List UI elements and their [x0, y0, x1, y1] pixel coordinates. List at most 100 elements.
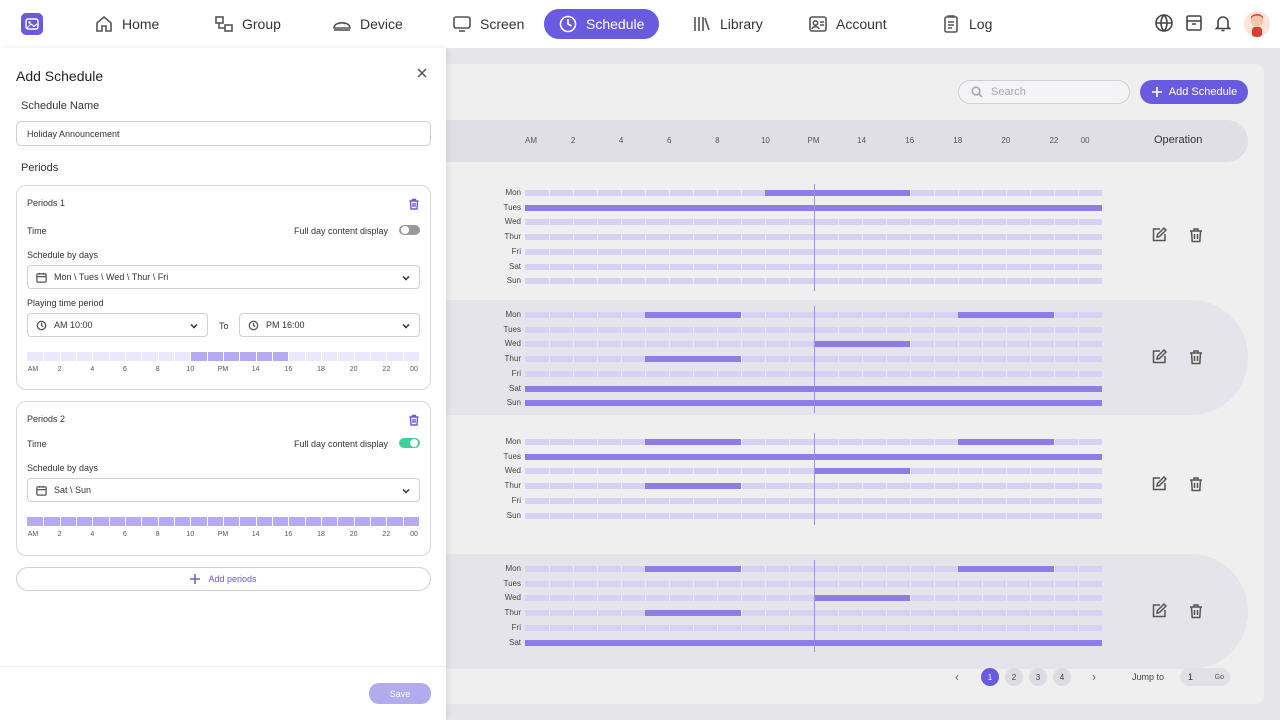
hour-divider — [669, 234, 671, 241]
schedule-segment[interactable] — [813, 468, 910, 475]
hour-divider — [573, 580, 575, 587]
schedule-name-input[interactable]: Holiday Announcement — [16, 121, 431, 146]
hour-divider — [573, 468, 575, 475]
mini-hour-label: 14 — [251, 366, 260, 373]
hour-divider — [621, 278, 623, 285]
nav-library[interactable]: Library — [678, 9, 777, 39]
hour-divider — [765, 512, 767, 519]
schedule-segment[interactable] — [813, 595, 910, 602]
hour-divider — [909, 326, 911, 333]
full-day-toggle[interactable] — [399, 225, 420, 235]
chevron-down-icon — [402, 322, 410, 330]
jump-to-input[interactable]: 1 Go — [1180, 668, 1230, 686]
save-button[interactable]: Save — [369, 683, 431, 704]
full-day-toggle[interactable] — [399, 438, 420, 448]
hour-divider — [370, 517, 371, 526]
hour-divider — [717, 219, 719, 226]
schedule-segment[interactable] — [645, 566, 742, 572]
day-label: Sun — [506, 510, 521, 520]
days-select[interactable]: Mon \ Tues \ Wed \ Thur \ Fri — [27, 265, 420, 289]
hour-divider — [933, 278, 935, 285]
hour-label: 00 — [1080, 136, 1090, 145]
hour-divider — [717, 595, 719, 602]
page-button[interactable]: 4 — [1053, 668, 1071, 686]
trash-icon[interactable] — [1188, 227, 1204, 243]
hour-divider — [741, 356, 743, 363]
globe-icon[interactable] — [1154, 13, 1176, 35]
hour-divider — [909, 595, 911, 602]
nav-home[interactable]: Home — [80, 9, 173, 39]
schedule-segment[interactable] — [957, 566, 1054, 572]
schedule-segment[interactable] — [645, 312, 742, 318]
page-button[interactable]: 2 — [1005, 668, 1023, 686]
hour-divider — [597, 326, 599, 333]
schedule-segment[interactable] — [765, 190, 910, 196]
edit-icon[interactable] — [1151, 475, 1168, 492]
nav-label: Screen — [480, 16, 525, 32]
hour-divider — [1077, 248, 1079, 255]
hour-divider — [981, 624, 983, 631]
jump-to-label: Jump to — [1132, 672, 1165, 682]
avatar[interactable] — [1244, 11, 1270, 37]
schedule-segment[interactable] — [813, 341, 910, 348]
hour-divider — [765, 595, 767, 602]
schedule-segment[interactable] — [957, 439, 1054, 445]
hour-divider — [573, 219, 575, 226]
hour-divider — [1029, 580, 1031, 587]
search-input[interactable]: Search — [958, 80, 1130, 104]
trash-icon[interactable] — [1188, 476, 1204, 492]
start-time-select[interactable]: AM 10:00 — [27, 313, 208, 337]
trash-icon[interactable] — [408, 197, 420, 210]
hour-divider — [621, 312, 623, 318]
hour-divider — [141, 352, 143, 361]
nav-account[interactable]: Account — [794, 9, 901, 39]
add-periods-button[interactable]: Add periods — [16, 567, 431, 591]
nav-log[interactable]: Log — [927, 9, 1006, 39]
hour-divider — [669, 370, 671, 377]
archive-icon[interactable] — [1184, 13, 1206, 35]
close-icon[interactable] — [416, 66, 428, 78]
trash-icon[interactable] — [408, 413, 420, 426]
nav-group[interactable]: Group — [200, 9, 295, 39]
trash-icon[interactable] — [1188, 349, 1204, 365]
nav-device[interactable]: Device — [318, 9, 417, 39]
nav-label: Account — [836, 16, 887, 32]
plus-icon — [1151, 87, 1162, 97]
hour-divider — [861, 497, 863, 504]
edit-icon[interactable] — [1151, 226, 1168, 243]
hour-divider — [1005, 512, 1007, 519]
prev-page-icon[interactable]: ‹ — [955, 670, 959, 684]
schedule-segment[interactable] — [645, 610, 742, 617]
hour-label: 8 — [715, 136, 720, 145]
next-page-icon[interactable]: › — [1092, 670, 1096, 684]
top-navigation: Home Group Device Screen Schedule Librar… — [0, 0, 1280, 48]
nav-screen[interactable]: Screen — [438, 9, 538, 39]
day-label: Wed — [504, 217, 521, 227]
hour-divider — [909, 248, 911, 255]
edit-icon[interactable] — [1151, 348, 1168, 365]
hour-divider — [1053, 566, 1055, 572]
hour-divider — [693, 278, 695, 285]
hour-divider — [669, 263, 671, 270]
hour-divider — [549, 468, 551, 475]
schedule-segment[interactable] — [645, 483, 742, 490]
add-schedule-button[interactable]: Add Schedule — [1140, 80, 1248, 104]
page-button[interactable]: 3 — [1029, 668, 1047, 686]
bell-icon[interactable] — [1213, 13, 1235, 35]
schedule-segment[interactable] — [645, 439, 742, 445]
edit-icon[interactable] — [1151, 602, 1168, 619]
hour-divider — [933, 566, 935, 572]
app-logo-icon[interactable] — [21, 13, 43, 35]
end-time-select[interactable]: PM 16:00 — [239, 313, 420, 337]
hour-divider — [321, 352, 322, 361]
schedule-segment[interactable] — [957, 312, 1054, 318]
hour-divider — [741, 595, 743, 602]
hour-divider — [1077, 278, 1079, 285]
days-select[interactable]: Sat \ Sun — [27, 478, 420, 502]
go-button[interactable]: Go — [1215, 674, 1224, 681]
page-button[interactable]: 1 — [981, 668, 999, 686]
nav-schedule[interactable]: Schedule — [544, 9, 659, 39]
schedule-segment[interactable] — [645, 356, 742, 363]
trash-icon[interactable] — [1188, 603, 1204, 619]
hour-divider — [549, 341, 551, 348]
